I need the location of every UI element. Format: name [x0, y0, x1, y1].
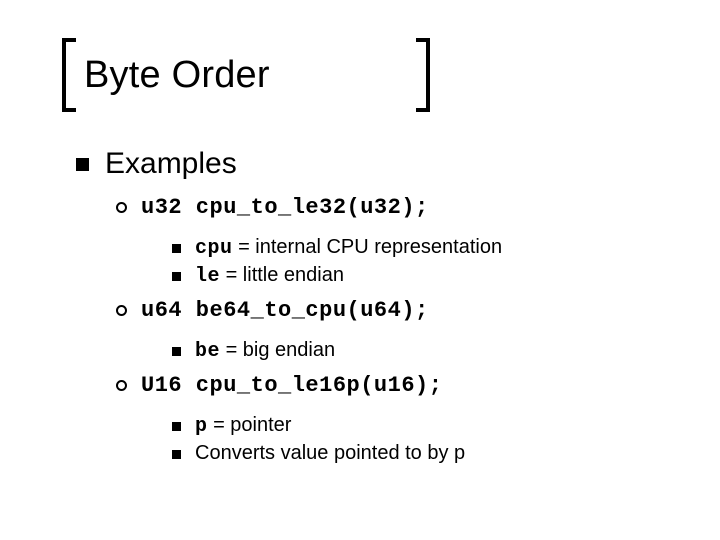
square-bullet-icon [76, 158, 89, 171]
note-desc: Converts value pointed to by p [195, 442, 465, 464]
note-code: cpu [195, 237, 233, 260]
list-item: u32 cpu_to_le32(u32); cpu = internal CPU… [76, 195, 680, 288]
note-code: le [195, 265, 220, 288]
code-text: u32 cpu_to_le32(u32); [141, 195, 429, 220]
section-heading: Examples [76, 147, 680, 181]
note-text: Converts value pointed to by p [195, 442, 465, 466]
code-line: U16 cpu_to_le16p(u16); [116, 373, 680, 398]
note-line: p = pointer [172, 414, 680, 438]
circle-bullet-icon [116, 305, 127, 316]
note-line: le = little endian [172, 264, 680, 288]
note-desc: = pointer [208, 414, 292, 436]
section-heading-text: Examples [105, 147, 237, 181]
circle-bullet-icon [116, 202, 127, 213]
note-line: be = big endian [172, 339, 680, 363]
code-text: U16 cpu_to_le16p(u16); [141, 373, 442, 398]
content: Examples u32 cpu_to_le32(u32); cpu = int… [68, 147, 680, 466]
slide-title: Byte Order [84, 54, 664, 97]
square-bullet-icon [172, 244, 181, 253]
slide: Byte Order Examples u32 cpu_to_le32(u32)… [0, 0, 720, 540]
list-item: U16 cpu_to_le16p(u16); p = pointer Conve… [76, 373, 680, 466]
note-line: cpu = internal CPU representation [172, 236, 680, 260]
title-container: Byte Order [68, 40, 680, 107]
note-text: p = pointer [195, 414, 291, 438]
list-item: u64 be64_to_cpu(u64); be = big endian [76, 298, 680, 363]
note-desc: = internal CPU representation [233, 236, 503, 258]
bracket-right-icon [416, 38, 430, 112]
code-line: u32 cpu_to_le32(u32); [116, 195, 680, 220]
note-desc: = little endian [220, 264, 344, 286]
note-line: Converts value pointed to by p [172, 442, 680, 466]
square-bullet-icon [172, 272, 181, 281]
square-bullet-icon [172, 450, 181, 459]
note-code: be [195, 340, 220, 363]
note-text: le = little endian [195, 264, 344, 288]
square-bullet-icon [172, 347, 181, 356]
code-text: u64 be64_to_cpu(u64); [141, 298, 429, 323]
square-bullet-icon [172, 422, 181, 431]
note-text: be = big endian [195, 339, 335, 363]
note-desc: = big endian [220, 339, 335, 361]
note-code: p [195, 415, 208, 438]
bracket-left-icon [62, 38, 76, 112]
note-text: cpu = internal CPU representation [195, 236, 502, 260]
code-line: u64 be64_to_cpu(u64); [116, 298, 680, 323]
circle-bullet-icon [116, 380, 127, 391]
